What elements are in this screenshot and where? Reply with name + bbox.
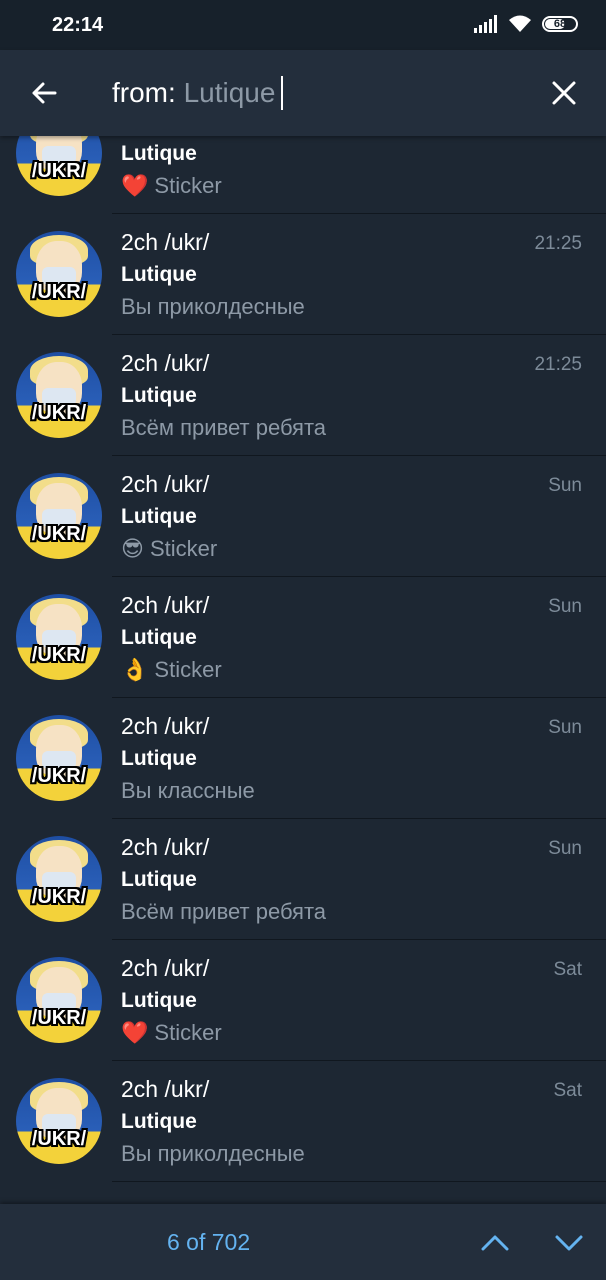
message-preview: 😎 Sticker (121, 536, 217, 562)
chat-avatar: /UKR/ (16, 957, 102, 1043)
text-caret (281, 76, 284, 110)
back-button[interactable] (22, 71, 66, 115)
message-preview: Всём привет ребята (121, 899, 326, 925)
message-time: 21:25 (534, 233, 582, 254)
sticker-emoji: ❤️ (121, 1020, 149, 1045)
message-preview: Вы приколдесные (121, 294, 305, 320)
search-result-item[interactable]: /UKR/2ch /ukr/Sat Lutique ❤️ Sticker (0, 940, 606, 1061)
avatar-label: /UKR/ (31, 644, 87, 666)
sticker-emoji: 👌 (121, 657, 149, 682)
avatar-label: /UKR/ (31, 402, 87, 424)
message-preview: Всём привет ребята (121, 415, 326, 441)
avatar-label: /UKR/ (31, 523, 87, 545)
message-text: Sticker (154, 173, 222, 198)
sticker-emoji: ❤️ (121, 173, 149, 198)
avatar-label: /UKR/ (31, 1128, 87, 1150)
sender-name: Lutique (121, 263, 197, 286)
message-text: Sticker (154, 1020, 222, 1045)
message-preview: ❤️ Sticker (121, 1020, 222, 1046)
next-result-button[interactable] (546, 1220, 592, 1266)
chat-avatar: /UKR/ (16, 836, 102, 922)
chat-title: 2ch /ukr/ (121, 834, 210, 860)
chat-avatar: /UKR/ (16, 352, 102, 438)
status-bar: 22:14 68 (0, 0, 606, 50)
battery-icon: 68 (542, 16, 578, 32)
message-text: Всём привет ребята (121, 415, 327, 440)
sender-name: Lutique (121, 626, 197, 649)
close-icon (552, 81, 576, 105)
wifi-icon (509, 15, 531, 32)
clear-search-button[interactable] (542, 71, 586, 115)
chat-avatar: /UKR/ (16, 231, 102, 317)
message-preview: ❤️ Sticker (121, 173, 222, 199)
message-preview: Вы приколдесные (121, 1141, 305, 1167)
chat-title: 2ch /ukr/ (121, 350, 210, 376)
message-text: Вы приколдесные (121, 294, 305, 319)
arrow-left-icon (32, 82, 57, 104)
search-result-item[interactable]: /UKR/2ch /ukr/21:25 Lutique Вы приколдесны… (0, 214, 606, 335)
chat-avatar: /UKR/ (16, 136, 102, 196)
avatar-label: /UKR/ (31, 1007, 87, 1029)
avatar-label: /UKR/ (31, 160, 87, 182)
message-text: Вы классные (121, 778, 255, 803)
search-result-item[interactable]: /UKR/2ch /ukr/Sun Lutique 👌 Sticker (0, 577, 606, 698)
chat-title: 2ch /ukr/ (121, 592, 210, 618)
avatar-label: /UKR/ (31, 765, 87, 787)
battery-level: 68 (553, 18, 567, 30)
search-navigation-bar: 6 of 702 (0, 1204, 606, 1280)
result-counter: 6 of 702 (167, 1229, 251, 1255)
message-time: Sat (553, 1080, 582, 1101)
sender-name: Lutique (121, 505, 197, 528)
chat-title: 2ch /ukr/ (121, 229, 210, 255)
message-preview: Вы классные (121, 778, 255, 804)
message-text: Sticker (154, 657, 222, 682)
message-time: Sun (548, 838, 582, 859)
search-header: from: Lutique (0, 50, 606, 136)
chat-avatar: /UKR/ (16, 594, 102, 680)
status-icons: 68 (474, 15, 578, 33)
message-time: 21:25 (534, 354, 582, 375)
chat-title: 2ch /ukr/ (121, 471, 210, 497)
chevron-up-icon (481, 1235, 509, 1251)
message-text: Sticker (149, 536, 218, 561)
search-result-item[interactable]: /UKR/2ch /ukr/Sun Lutique Вы классные (0, 698, 606, 819)
chat-avatar: /UKR/ (16, 715, 102, 801)
message-text: Вы приколдесные (121, 1141, 305, 1166)
search-result-item[interactable]: /UKR/2ch /ukr/Sat Lutique Вы приколдесные (0, 1061, 606, 1182)
message-time: Sat (553, 959, 582, 980)
status-time: 22:14 (52, 14, 104, 36)
row-divider (112, 1181, 606, 1182)
sender-name: Lutique (121, 747, 197, 770)
search-input[interactable]: from: Lutique (112, 76, 284, 110)
message-text: Всём привет ребята (121, 899, 327, 924)
signal-icon (474, 15, 497, 33)
chat-avatar: /UKR/ (16, 1078, 102, 1164)
message-time: Sun (548, 717, 582, 738)
chat-avatar: /UKR/ (16, 473, 102, 559)
sender-name: Lutique (121, 989, 197, 1012)
chevron-down-icon (555, 1235, 583, 1251)
message-time: Sun (548, 596, 582, 617)
message-time: Sun (548, 475, 582, 496)
chat-title: 2ch /ukr/ (121, 955, 210, 981)
chat-title: 2ch /ukr/ (121, 713, 210, 739)
sender-name: Lutique (121, 384, 197, 407)
sender-name: Lutique (121, 868, 197, 891)
previous-result-button[interactable] (472, 1220, 518, 1266)
search-result-item[interactable]: /UKR/2ch /ukr/Sun Lutique Всём привет ребя… (0, 819, 606, 940)
sticker-emoji: 😎 (121, 536, 144, 561)
sender-name: Lutique (121, 1110, 197, 1133)
message-preview: 👌 Sticker (121, 657, 222, 683)
search-filter-prefix: from: (112, 77, 184, 108)
search-result-item[interactable]: /UKR/Lutique ❤️ Sticker (0, 136, 606, 214)
search-result-item[interactable]: /UKR/2ch /ukr/Sun Lutique 😎 Sticker (0, 456, 606, 577)
avatar-label: /UKR/ (31, 886, 87, 908)
search-query: Lutique (183, 77, 276, 108)
search-results-list[interactable]: /UKR/Lutique ❤️ Sticker/UKR/2ch /ukr/21:25… (0, 136, 606, 1204)
avatar-label: /UKR/ (31, 281, 87, 303)
sender-name: Lutique (121, 142, 197, 165)
chat-title: 2ch /ukr/ (121, 1076, 210, 1102)
search-result-item[interactable]: /UKR/2ch /ukr/21:25 Lutique Всём привет ре… (0, 335, 606, 456)
